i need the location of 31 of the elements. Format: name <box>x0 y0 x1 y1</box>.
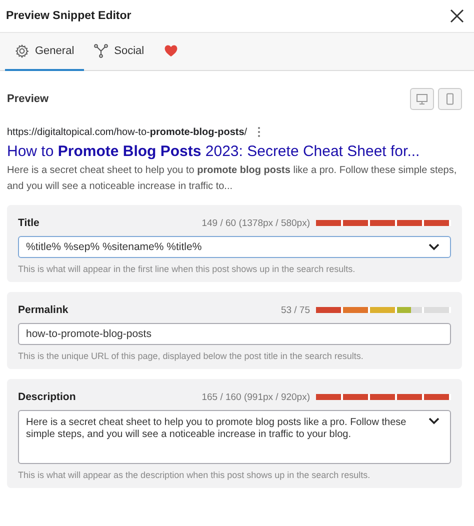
preview-title[interactable]: How to Promote Blog Posts 2023: Secrete Cheat Sheet for... <box>7 143 462 160</box>
field-label: Title <box>18 217 40 229</box>
field-label: Description <box>18 391 77 403</box>
heart-icon <box>164 44 178 58</box>
window-title: Preview Snippet Editor <box>6 10 132 22</box>
description-field[interactable]: Here is a secret cheat sheet to help you to promote blog posts like a pro. Follow these simple steps, and you will see a noticeable increase in traffic to your blog. <box>18 410 451 464</box>
tab[interactable]: General <box>5 33 84 71</box>
close-button[interactable] <box>450 9 464 23</box>
character-counter: 149 / 60 (1378px / 580px) <box>202 218 310 228</box>
share-nodes-icon <box>94 44 108 58</box>
help-text: This is the unique URL of this page, displayed below the post title in the search results. <box>18 351 364 361</box>
tab[interactable]: Social <box>84 33 154 71</box>
chevron-down-icon[interactable] <box>428 243 440 251</box>
character-counter: 165 / 160 (991px / 920px) <box>202 392 310 402</box>
phone-icon <box>444 93 456 105</box>
gear-icon <box>15 44 29 58</box>
preview-description: Here is a secret cheat sheet to help you to promote blog posts like a pro. Follow these simple steps, and you will see a noticeable increase in traffic to... <box>7 164 458 194</box>
monitor-icon <box>416 93 428 105</box>
field-label: Permalink <box>18 304 70 316</box>
chevron-down-icon[interactable] <box>428 417 440 425</box>
title-select[interactable]: %title% %sep% %sitename% %title% <box>18 236 451 258</box>
preview-url: https://digitaltopical.com/how-to-promote-blog-posts/ <box>7 126 248 138</box>
help-text: This is what will appear in the first line when this post shows up in the search results. <box>18 264 356 274</box>
character-counter: 53 / 75 <box>280 304 310 316</box>
permalink-field[interactable]: how-to-promote-blog-posts <box>18 323 451 345</box>
help-text: This is what will appear as the description when this post shows up in the search results. <box>18 470 372 480</box>
more-icon[interactable] <box>257 126 262 138</box>
device-button[interactable] <box>438 88 462 110</box>
close-icon <box>450 9 464 23</box>
device-button[interactable] <box>410 88 434 110</box>
section-heading: Preview <box>7 93 49 105</box>
